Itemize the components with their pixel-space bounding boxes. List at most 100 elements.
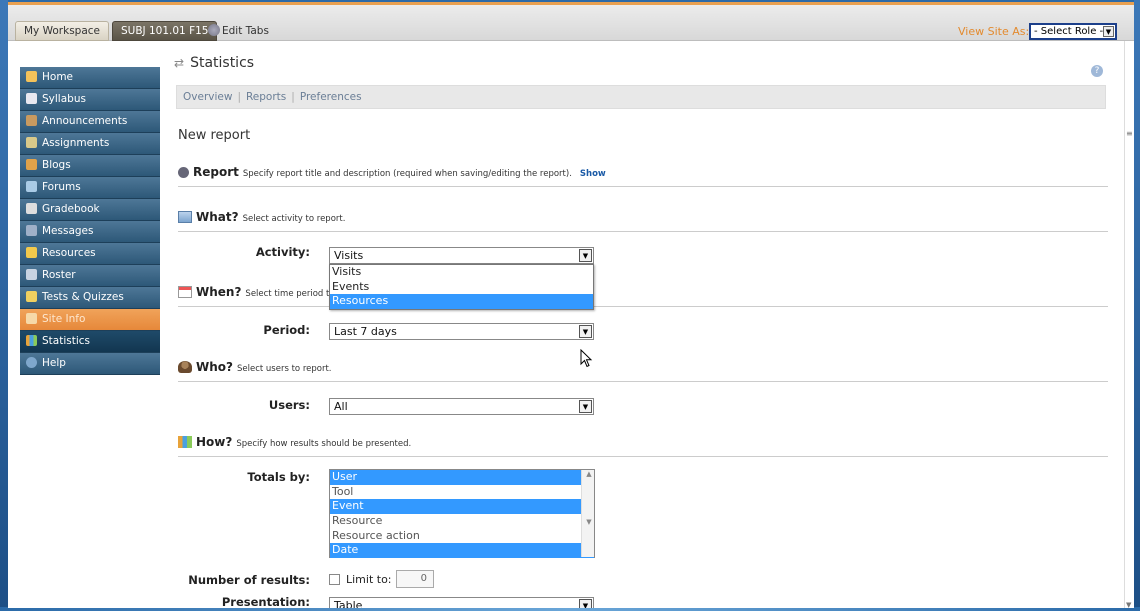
activity-option-resources[interactable]: Resources <box>330 294 593 309</box>
tool-site-info[interactable]: Site Info <box>20 309 160 331</box>
limit-input[interactable]: 0 <box>396 570 434 588</box>
page-help-icon[interactable]: ? <box>1091 65 1103 77</box>
tool-label: Blogs <box>42 159 71 171</box>
edit-tabs-label: Edit Tabs <box>222 25 269 37</box>
messages-icon <box>26 225 37 236</box>
browser-viewport: My Workspace SUBJ 101.01 F15 Edit Tabs V… <box>8 2 1134 608</box>
tool-label: Gradebook <box>42 203 100 215</box>
how-section-title: How? <box>196 435 233 449</box>
mouse-pointer-icon <box>580 349 593 368</box>
syllabus-icon <box>26 93 37 104</box>
report-section: Report Specify report title and descripti… <box>178 165 1108 187</box>
subnav-overview[interactable]: Overview <box>183 91 232 103</box>
calendar-icon <box>178 286 192 298</box>
report-section-desc: Specify report title and description (re… <box>242 169 572 179</box>
tool-label: Site Info <box>42 313 86 325</box>
tool-label: Assignments <box>42 137 110 149</box>
tool-label: Announcements <box>42 115 128 127</box>
when-section-desc: Select time period t <box>245 289 330 299</box>
totals-option-resource-action[interactable]: Resource action <box>330 529 594 544</box>
tab-course-site[interactable]: SUBJ 101.01 F15 <box>112 21 218 41</box>
edit-tabs-link[interactable]: Edit Tabs <box>208 24 269 37</box>
site-info-icon <box>26 313 37 324</box>
home-icon <box>26 71 37 82</box>
tool-statistics[interactable]: Statistics <box>20 331 160 353</box>
totals-option-event[interactable]: Event <box>330 499 594 515</box>
report-section-title: Report <box>193 165 239 179</box>
tool-announcements[interactable]: Announcements <box>20 111 160 133</box>
users-select-value: All <box>334 400 348 413</box>
listbox-scrollbar[interactable]: ▲ ▼ <box>581 470 594 557</box>
gear-icon <box>208 24 220 36</box>
who-section-desc: Select users to report. <box>236 364 332 374</box>
totals-option-resource[interactable]: Resource <box>330 514 594 529</box>
tool-home[interactable]: Home <box>20 67 160 89</box>
activity-dropdown-list: Visits Events Resources <box>329 264 594 310</box>
num-results-label: Number of results: <box>188 573 310 587</box>
show-link[interactable]: Show <box>580 169 606 179</box>
presentation-label: Presentation: <box>221 595 310 608</box>
resources-icon <box>26 247 37 258</box>
tool-help[interactable]: Help <box>20 353 160 375</box>
reset-icon[interactable]: ⇄ <box>174 56 184 70</box>
info-icon <box>178 167 189 178</box>
scroll-down-icon[interactable]: ▼ <box>1126 601 1131 608</box>
blogs-icon <box>26 159 37 170</box>
activity-select-value: Visits <box>334 249 364 262</box>
totals-listbox[interactable]: User Tool Event Resource Resource action… <box>329 469 595 559</box>
user-icon <box>178 361 192 373</box>
tool-label: Statistics <box>42 335 90 347</box>
chevron-down-icon: ▼ <box>579 325 592 338</box>
tool-label: Syllabus <box>42 93 86 105</box>
tool-tests-quizzes[interactable]: Tests & Quizzes <box>20 287 160 309</box>
presentation-select-value: Table <box>334 599 363 608</box>
window-edge-left <box>0 0 8 611</box>
tool-label: Home <box>42 71 74 83</box>
window-edge-right <box>1134 0 1140 611</box>
subnav-reports[interactable]: Reports <box>246 91 286 103</box>
tool-assignments[interactable]: Assignments <box>20 133 160 155</box>
tool-label: Tests & Quizzes <box>42 291 124 303</box>
chevron-down-icon: ▼ <box>579 400 592 413</box>
statistics-icon <box>26 335 37 346</box>
role-select[interactable]: - Select Role - ▼ <box>1029 23 1117 40</box>
tab-my-workspace[interactable]: My Workspace <box>15 21 110 41</box>
subnav-preferences[interactable]: Preferences <box>300 91 362 103</box>
new-report-heading: New report <box>178 128 251 143</box>
tool-label: Forums <box>42 181 81 193</box>
who-section-title: Who? <box>196 360 233 374</box>
presentation-select[interactable]: Table ▼ <box>329 597 594 608</box>
tool-label: Messages <box>42 225 94 237</box>
forums-icon <box>26 181 37 192</box>
tool-label: Help <box>42 357 66 369</box>
tool-gradebook[interactable]: Gradebook <box>20 199 160 221</box>
activity-option-events[interactable]: Events <box>330 280 593 295</box>
when-section-title: When? <box>196 285 242 299</box>
page-scrollbar[interactable]: ≡ ▼ <box>1124 41 1134 608</box>
tool-messages[interactable]: Messages <box>20 221 160 243</box>
chevron-down-icon: ▼ <box>1103 26 1114 37</box>
table-icon <box>178 211 192 223</box>
tool-forums[interactable]: Forums <box>20 177 160 199</box>
totals-option-date[interactable]: Date <box>330 543 594 559</box>
activity-label: Activity: <box>255 245 310 259</box>
tool-blogs[interactable]: Blogs <box>20 155 160 177</box>
what-section: What? Select activity to report. <box>178 210 1108 232</box>
page-title: ⇄ Statistics <box>170 55 1110 83</box>
period-select[interactable]: Last 7 days ▼ <box>329 323 594 340</box>
main-content: ⇄ Statistics ? Overview | Reports | Preferenc… <box>170 55 1110 608</box>
tool-roster[interactable]: Roster <box>20 265 160 287</box>
what-section-title: What? <box>196 210 239 224</box>
limit-label: Limit to: <box>346 573 392 586</box>
totals-label: Totals by: <box>247 470 310 484</box>
activity-option-visits[interactable]: Visits <box>330 265 593 280</box>
what-section-desc: Select activity to report. <box>242 214 346 224</box>
users-label: Users: <box>268 398 310 412</box>
totals-option-tool[interactable]: Tool <box>330 485 594 500</box>
tool-resources[interactable]: Resources <box>20 243 160 265</box>
limit-checkbox[interactable] <box>329 574 340 585</box>
totals-option-user[interactable]: User <box>330 470 594 485</box>
tool-syllabus[interactable]: Syllabus <box>20 89 160 111</box>
activity-select[interactable]: Visits ▼ <box>329 247 594 264</box>
users-select[interactable]: All ▼ <box>329 398 594 415</box>
